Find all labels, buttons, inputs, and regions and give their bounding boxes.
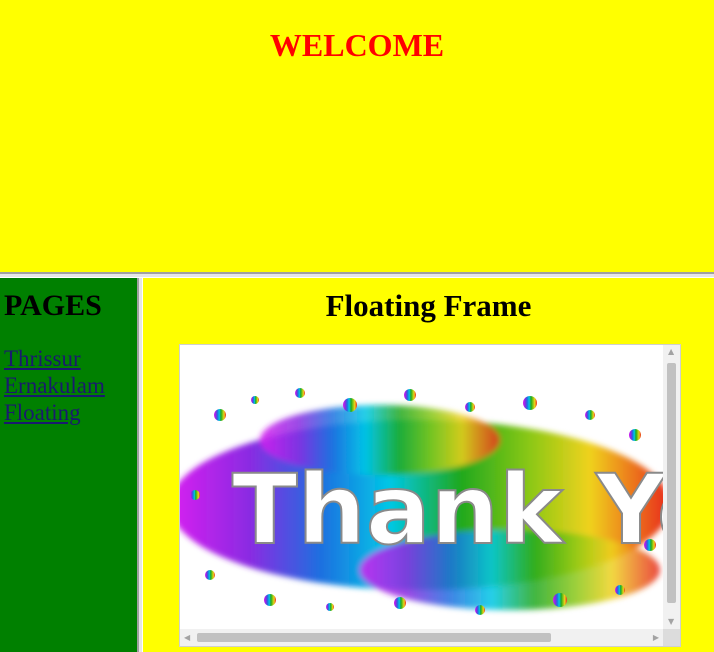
iframe-viewport: Thank You xyxy=(180,345,663,629)
nav-link-thrissur[interactable]: Thrissur xyxy=(4,345,105,372)
thank-you-image: Thank You xyxy=(180,345,663,629)
floating-iframe[interactable]: Thank You ▲ ▼ ◀ ▶ xyxy=(179,344,681,647)
scroll-up-arrow-icon[interactable]: ▲ xyxy=(668,348,674,356)
scrollbar-corner xyxy=(663,629,680,646)
horizontal-scroll-thumb[interactable] xyxy=(197,633,551,642)
pages-heading: PAGES xyxy=(4,289,102,322)
vertical-scrollbar[interactable]: ▲ ▼ xyxy=(663,345,680,629)
welcome-heading: WELCOME xyxy=(269,27,445,63)
content-frame: Floating Frame Thank Y ▲ ▼ ◀ ▶ xyxy=(143,278,714,652)
nav-link-floating[interactable]: Floating xyxy=(4,399,105,426)
navigation-frame: PAGES Thrissur Ernakulam Floating xyxy=(0,278,137,652)
scroll-left-arrow-icon[interactable]: ◀ xyxy=(184,634,190,642)
nav-link-ernakulam[interactable]: Ernakulam xyxy=(4,372,105,399)
scroll-right-arrow-icon[interactable]: ▶ xyxy=(653,634,659,642)
nav-link-list: Thrissur Ernakulam Floating xyxy=(4,345,105,426)
scroll-down-arrow-icon[interactable]: ▼ xyxy=(668,618,674,626)
vertical-scroll-thumb[interactable] xyxy=(667,363,676,603)
horizontal-scrollbar[interactable]: ◀ ▶ xyxy=(180,629,663,646)
top-frame: WELCOME xyxy=(0,0,714,272)
floating-frame-heading: Floating Frame xyxy=(325,288,532,323)
image-caption-text: Thank You xyxy=(232,454,663,566)
